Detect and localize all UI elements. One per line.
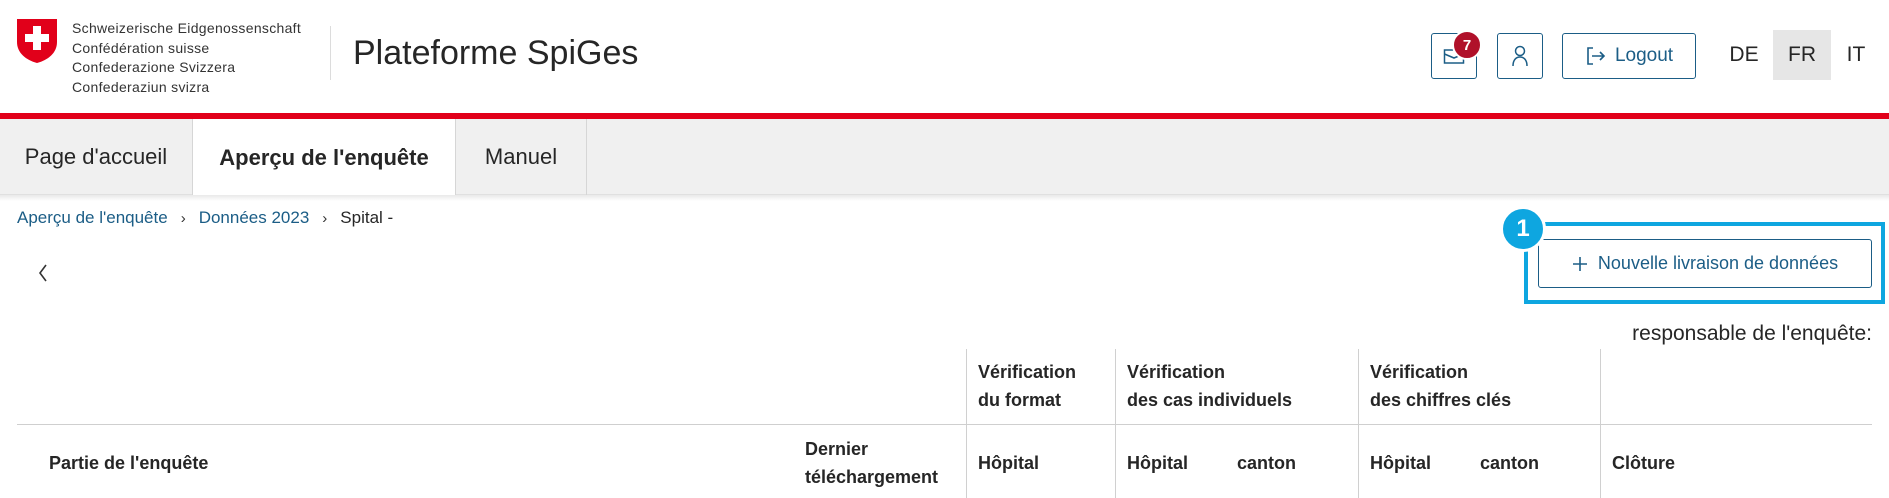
breadcrumb-data-year[interactable]: Données 2023	[199, 208, 310, 228]
confederation-line-it: Confederazione Svizzera	[72, 59, 236, 75]
step-number-badge: 1	[1500, 206, 1546, 252]
column-header-figures-hospital: Hôpital	[1370, 453, 1431, 473]
confederation-line-rm: Confederaziun svizra	[72, 78, 210, 95]
new-data-delivery-button[interactable]: Nouvelle livraison de données	[1538, 239, 1872, 288]
language-it[interactable]: IT	[1834, 30, 1878, 80]
nav-shadow	[0, 195, 1889, 201]
language-de[interactable]: DE	[1715, 30, 1773, 80]
group-header-figures-line2: des chiffres clés	[1370, 390, 1512, 410]
group-header-cases-line2: des cas individuels	[1127, 390, 1293, 410]
breadcrumb-overview[interactable]: Aperçu de l'enquête	[17, 208, 168, 228]
app-title: Plateforme SpiGes	[353, 34, 639, 72]
site-header: Schweizerische Eidgenossenschaft Confédé…	[0, 0, 1889, 114]
group-header-cases: Vérification des cas individuels	[1127, 358, 1292, 414]
swiss-coat-of-arms-icon	[17, 19, 57, 63]
group-header-format: Vérification du format	[978, 358, 1076, 414]
profile-button[interactable]	[1497, 33, 1543, 79]
confederation-line-fr: Confédération suisse	[72, 39, 210, 56]
group-header-format-line1: Vérification	[978, 362, 1077, 382]
header-row-divider	[17, 424, 1872, 425]
chevron-right-icon: ›	[322, 209, 328, 227]
page: Schweizerische Eidgenossenschaft Confédé…	[0, 0, 1889, 498]
logout-button[interactable]: Logout	[1562, 33, 1696, 79]
chevron-left-icon[interactable]	[36, 262, 50, 284]
column-header-last-upload-line2: téléchargement	[805, 467, 939, 487]
confederation-name: Schweizerische Eidgenossenschaft Confédé…	[72, 19, 301, 97]
column-header-survey-part: Partie de l'enquête	[49, 453, 209, 473]
messages-count-badge: 7	[1452, 30, 1482, 60]
survey-responsible-label: responsable de l'enquête:	[1632, 322, 1872, 345]
tab-survey-overview[interactable]: Aperçu de l'enquête	[193, 119, 455, 196]
group-header-figures: Vérification des chiffres clés	[1370, 358, 1511, 414]
group-header-figures-line1: Vérification	[1370, 362, 1469, 382]
breadcrumb-current: Spital -	[340, 208, 394, 227]
user-icon	[1512, 45, 1528, 67]
plus-icon	[1572, 256, 1587, 271]
column-header-cases-hospital: Hôpital	[1127, 453, 1188, 473]
tab-home[interactable]: Page d'accueil	[0, 119, 193, 195]
group-header-format-line2: du format	[978, 390, 1061, 410]
main-navigation: Page d'accueil Aperçu de l'enquête Manue…	[0, 119, 1889, 196]
confederation-line-de: Schweizerische Eidgenossenschaft	[72, 20, 302, 36]
group-header-cases-line1: Vérification	[1127, 362, 1226, 382]
column-header-last-upload-line1: Dernier	[805, 439, 869, 459]
column-header-closure: Clôture	[1612, 453, 1675, 473]
column-header-last-upload: Dernier téléchargement	[805, 435, 938, 491]
breadcrumb: Aperçu de l'enquête › Données 2023 › Spi…	[17, 208, 393, 228]
header-divider	[330, 26, 331, 80]
logout-label: Logout	[1614, 45, 1674, 66]
new-data-delivery-label: Nouvelle livraison de données	[1597, 253, 1839, 273]
tab-manual[interactable]: Manuel	[455, 119, 587, 195]
column-header-format-hospital: Hôpital	[978, 453, 1039, 473]
language-fr[interactable]: FR	[1773, 30, 1831, 80]
column-header-cases-canton: canton	[1237, 453, 1297, 473]
column-header-figures-canton: canton	[1480, 453, 1540, 473]
chevron-right-icon: ›	[180, 209, 186, 227]
logout-icon	[1587, 47, 1606, 65]
